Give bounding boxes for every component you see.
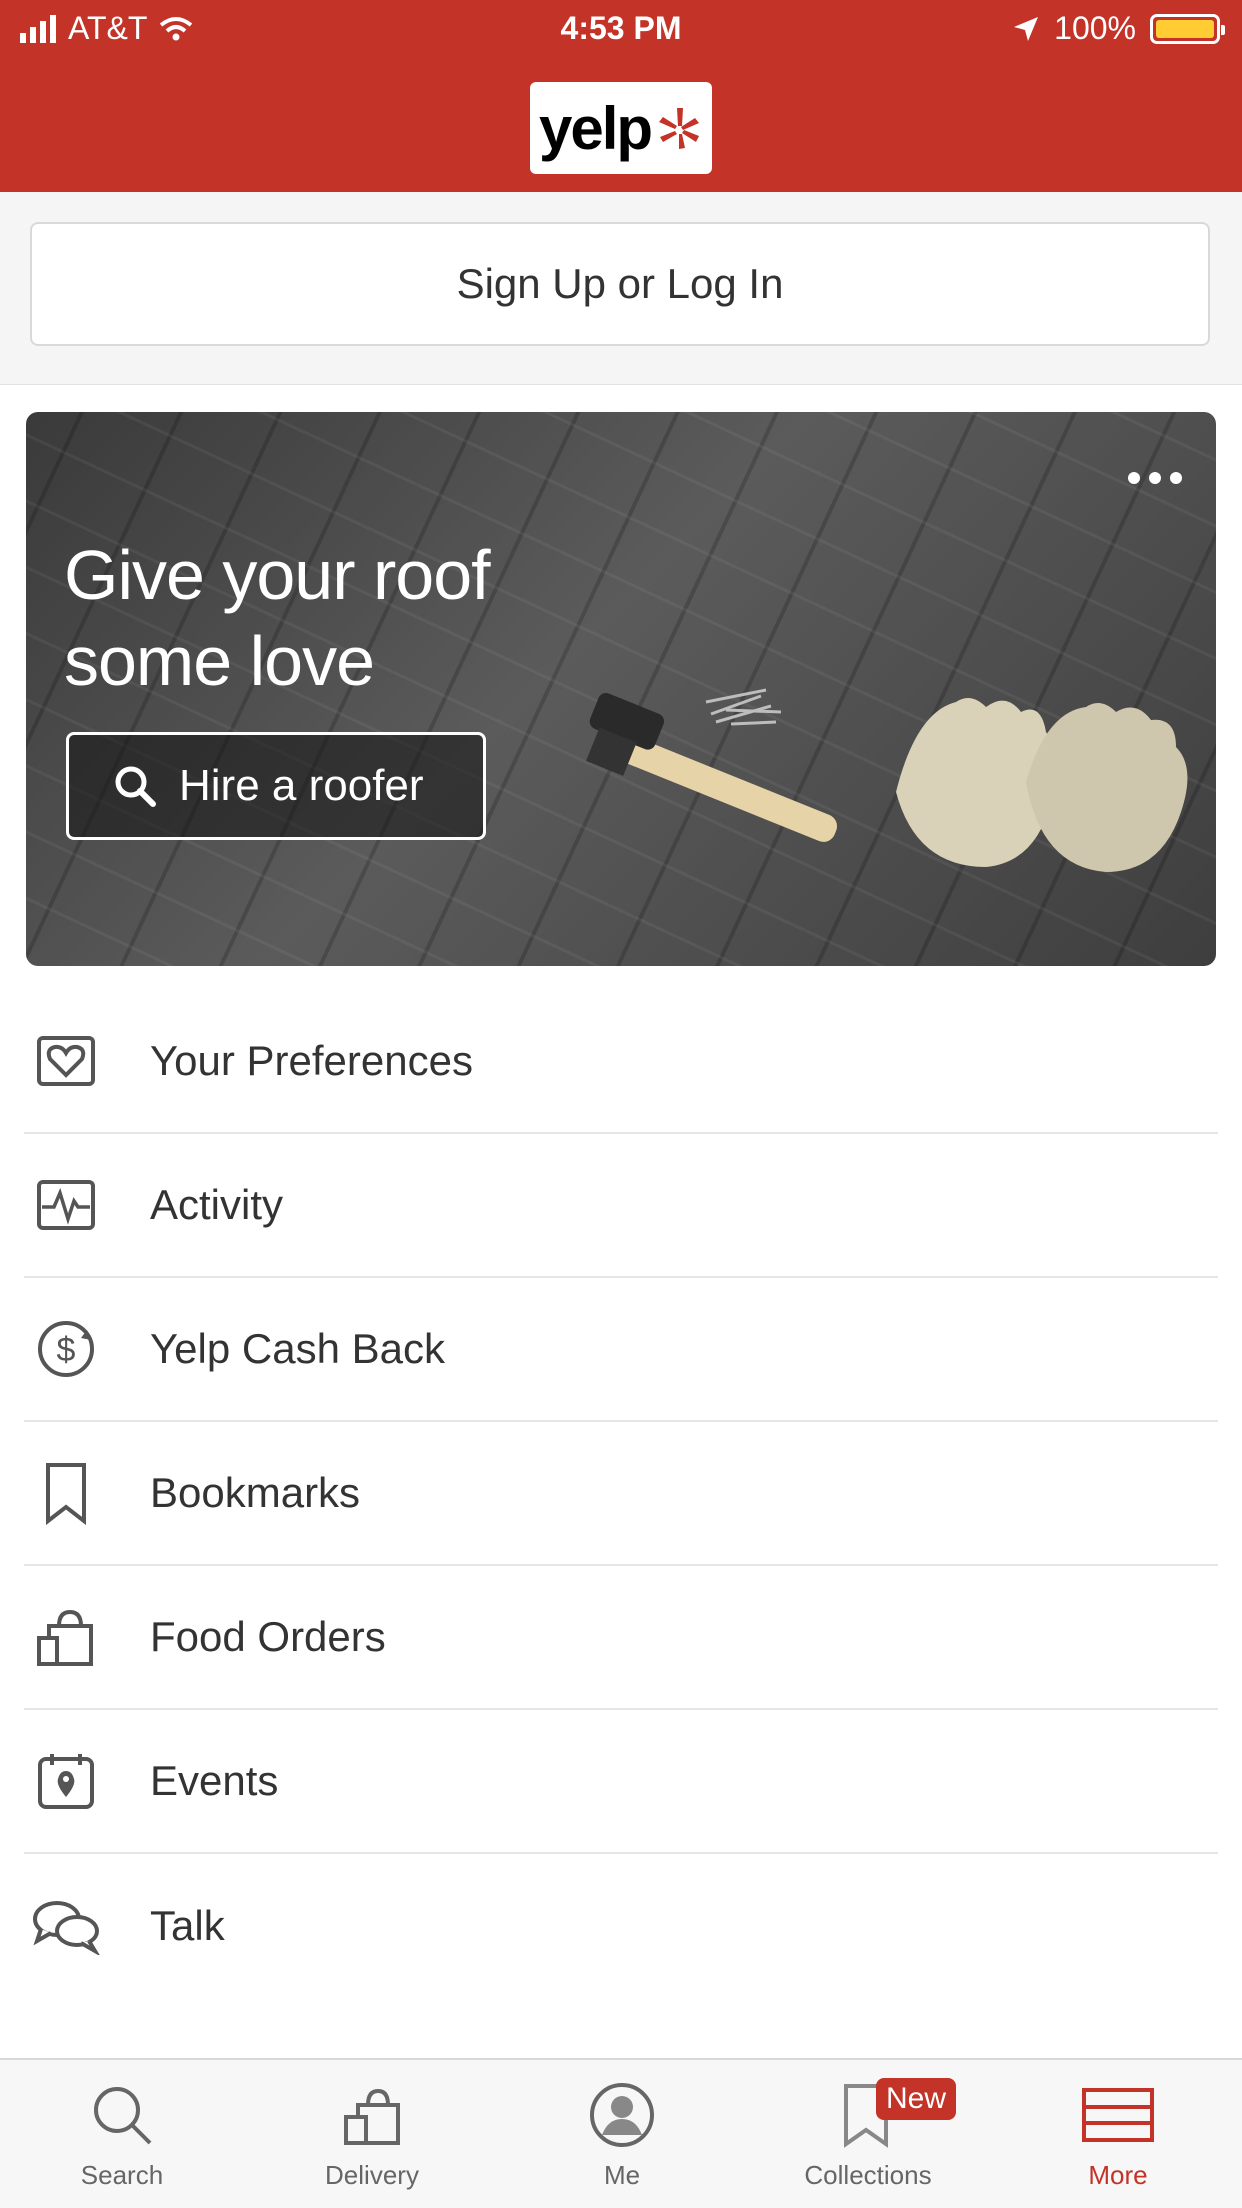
bookmark-icon [46,1463,86,1525]
bottom-tab-bar: Search Delivery Me New Collections More [0,2058,1242,2208]
status-right: 100% [1012,10,1225,47]
tab-label: Me [603,2160,641,2190]
tab-more[interactable]: More [1028,2070,1208,2191]
banner-title: Give your roof some love [64,536,491,700]
chat-bubbles-icon [33,1901,100,1955]
hire-roofer-label: Hire a roofer [179,761,424,810]
tab-search[interactable]: Search [32,2070,212,2191]
search-icon [115,766,156,807]
search-icon [94,2087,152,2145]
event-calendar-icon [38,1754,94,1809]
tab-collections[interactable]: New Collections [778,2070,958,2191]
delivery-bag-icon [344,2088,400,2145]
battery-percent: 100% [1054,10,1136,46]
list-item-label: Your Preferences [150,1037,473,1084]
dollar-icon: $ [38,1321,94,1377]
yelp-burst-icon [659,108,700,149]
tab-delivery[interactable]: Delivery [282,2070,462,2191]
signup-login-label: Sign Up or Log In [456,260,784,307]
menu-icon [1082,2088,1154,2142]
list-item-label: Talk [150,1902,225,1949]
heart-icon [37,1036,95,1086]
tab-label: Collections [804,2160,932,2190]
more-options-icon[interactable] [1128,472,1182,484]
list-item-label: Food Orders [150,1613,386,1660]
signup-login-button[interactable]: Sign Up or Log In [30,222,1210,346]
location-arrow-icon [1014,16,1039,41]
list-item-preferences[interactable]: Your Preferences [24,990,1218,1134]
list-item-label: Bookmarks [150,1469,361,1516]
yelp-logo-text: yelp [538,94,653,162]
new-badge: New [876,2078,957,2120]
app-header: yelp [0,54,1242,192]
tab-me[interactable]: Me [532,2070,712,2191]
list-item-bookmarks[interactable]: Bookmarks [24,1422,1218,1566]
yelp-logo: yelp [530,82,712,174]
list-item-label: Events [150,1757,279,1804]
food-bag-icon [37,1609,93,1666]
list-item-label: Yelp Cash Back [150,1325,445,1372]
tab-label: Delivery [325,2160,419,2190]
yelp-more-screen: AT&T 4:53 PM 100% yelp Sign Up or Log In… [0,0,1242,2208]
svg-text:$: $ [57,1331,76,1369]
profile-icon [590,2083,654,2147]
tab-label: More [1088,2160,1148,2190]
more-menu-list: Your Preferences Activity $ Yelp Cash Ba… [24,990,1218,1998]
hammer-image [586,688,838,842]
signup-section: Sign Up or Log In [0,192,1242,385]
list-item-food-orders[interactable]: Food Orders [24,1566,1218,1710]
battery-icon [1150,13,1225,44]
status-bar: AT&T 4:53 PM 100% [0,0,1242,54]
list-item-cash-back[interactable]: $ Yelp Cash Back [24,1278,1218,1422]
list-item-talk[interactable]: Talk [24,1854,1218,1998]
hire-roofer-button[interactable]: Hire a roofer [66,732,486,840]
list-item-events[interactable]: Events [24,1710,1218,1854]
work-gloves-image [896,698,1188,872]
tab-label: Search [80,2160,164,2190]
activity-icon [37,1180,95,1230]
list-item-label: Activity [150,1181,284,1228]
promo-banner[interactable]: Give your roof some love Hire a roofer [26,412,1216,966]
list-item-activity[interactable]: Activity [24,1134,1218,1278]
